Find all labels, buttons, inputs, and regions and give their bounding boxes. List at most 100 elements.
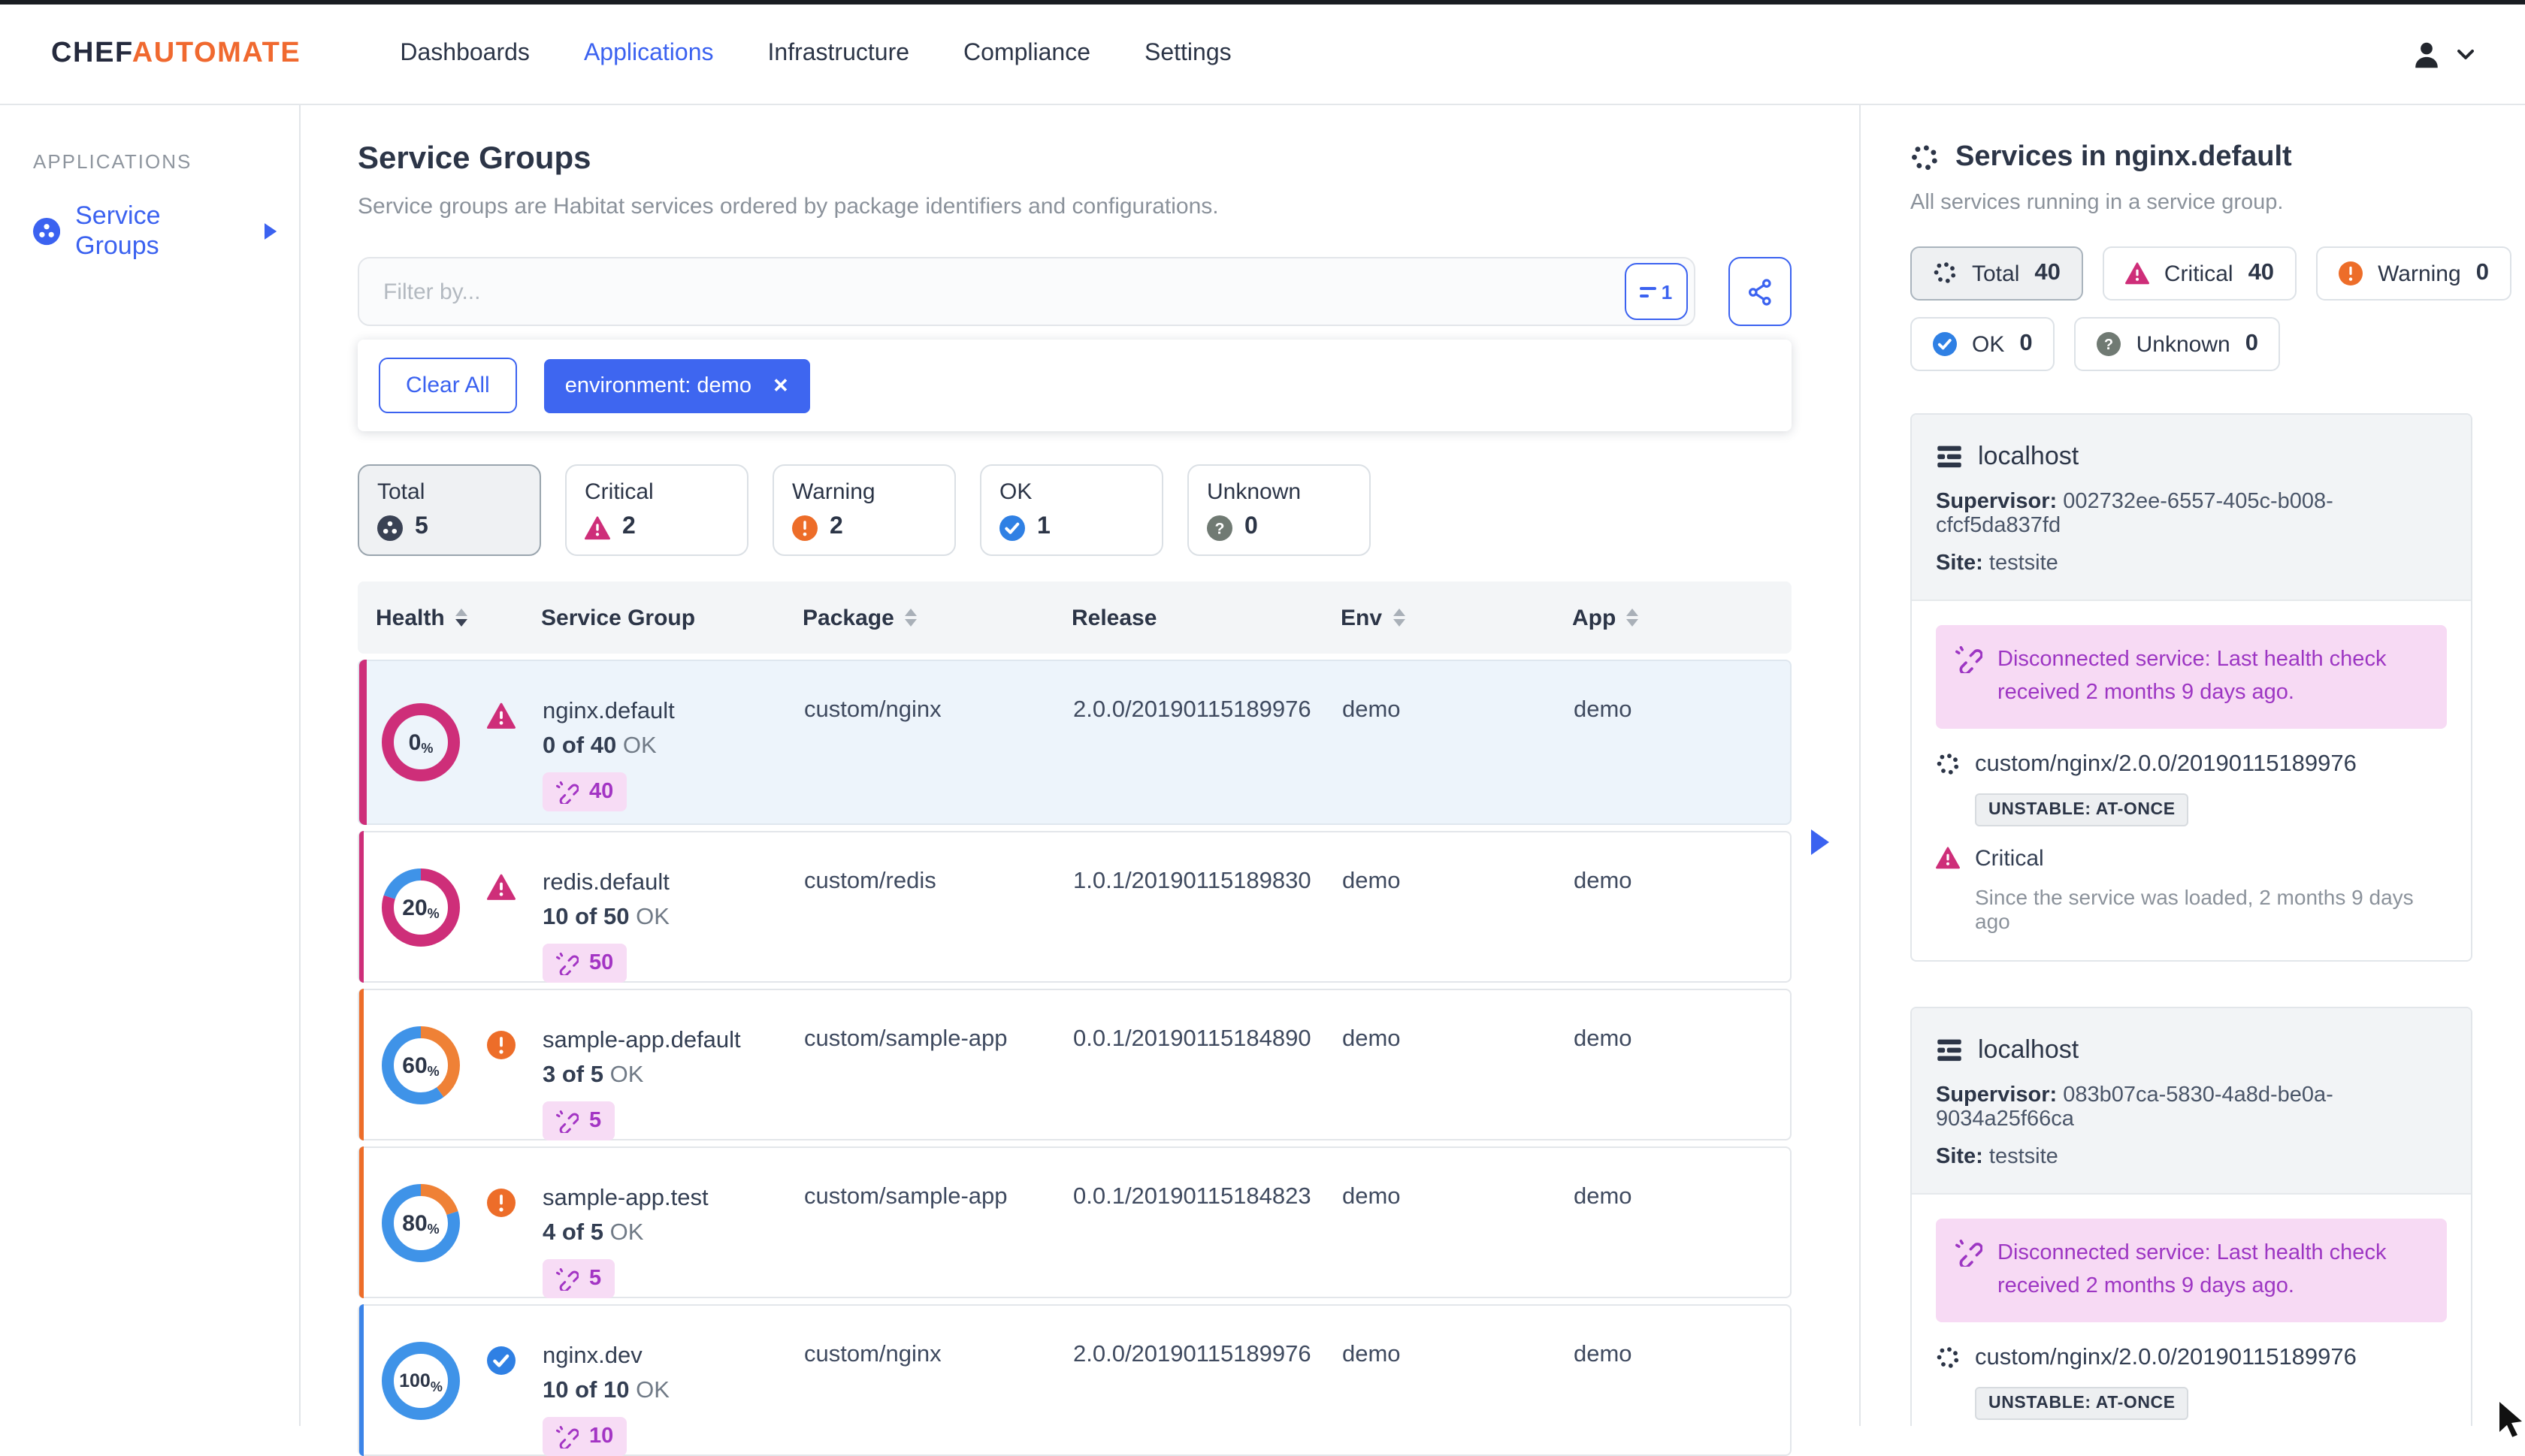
service-group-row[interactable]: 20% redis.default 10 of 50 OK 50 custom/re…: [358, 831, 1792, 983]
status-card-count-row: 2: [792, 514, 936, 541]
health-donut: 0%: [380, 702, 461, 783]
health-donut: 80%: [380, 1183, 461, 1264]
share-button[interactable]: [1728, 257, 1792, 326]
panel-badge-critical[interactable]: Critical 40: [2102, 246, 2297, 301]
status-card-total[interactable]: Total 5: [358, 464, 541, 556]
status-card-critical[interactable]: Critical 2: [565, 464, 748, 556]
warning-icon: [487, 1189, 516, 1217]
service-card-body: Disconnected service: Last health check …: [1912, 601, 2471, 960]
ok-ratio: 3 of 5 OK: [543, 1062, 644, 1088]
status-card-count-row: 1: [999, 514, 1144, 541]
page-title: Service Groups: [358, 141, 591, 176]
clear-all-button[interactable]: Clear All: [379, 358, 517, 413]
nav-item-settings[interactable]: Settings: [1145, 41, 1232, 68]
svg-text:?: ?: [2105, 337, 2114, 353]
sidebar-item-service-groups[interactable]: Service Groups: [33, 201, 277, 261]
health-percent-label: 60%: [402, 1053, 440, 1078]
logo-chef: CHEF: [51, 38, 132, 69]
row-health-cell: 100%: [359, 1306, 543, 1456]
critical-icon: [585, 515, 610, 539]
ok-ratio: 4 of 5 OK: [543, 1220, 644, 1246]
column-header-health[interactable]: Health: [358, 605, 541, 630]
nav-item-compliance[interactable]: Compliance: [963, 41, 1090, 68]
sidebar: APPLICATIONS Service Groups: [0, 105, 301, 1426]
sort-arrows-icon: [1393, 609, 1405, 627]
health-donut: 100%: [380, 1340, 461, 1421]
column-header-package[interactable]: Package: [803, 605, 1072, 630]
row-release-cell: 0.0.1/20190115184823: [1073, 1184, 1311, 1210]
status-card-ok[interactable]: OK 1: [980, 464, 1163, 556]
status-card-count: 1: [1037, 514, 1051, 539]
disconnected-count-badge[interactable]: 5: [543, 1259, 615, 1298]
column-header-release: Release: [1072, 605, 1341, 630]
disconnected-count-badge[interactable]: 40: [543, 772, 627, 811]
health-donut: 60%: [380, 1025, 461, 1106]
health-percent-label: 20%: [402, 895, 440, 920]
critical-icon: [487, 874, 516, 900]
column-header-label: Env: [1341, 605, 1383, 630]
mouse-cursor: [2499, 1402, 2522, 1437]
nav-item-dashboards[interactable]: Dashboards: [400, 41, 530, 68]
disconnected-alert-text: Disconnected service: Last health check …: [1997, 648, 2387, 705]
status-card-unknown[interactable]: Unknown? 0: [1187, 464, 1371, 556]
panel-badge-count: 40: [2034, 260, 2061, 285]
critical-icon: [2124, 262, 2149, 285]
disconnected-link-icon: [1955, 646, 1982, 673]
service-cards-list: localhost Supervisor: 002732ee-6557-405c…: [1910, 413, 2472, 1426]
panel-badge-warning[interactable]: Warning 0: [2316, 246, 2511, 301]
filter-bar: 1: [358, 257, 1792, 326]
status-card-count: 2: [830, 514, 843, 539]
panel-badge-total[interactable]: Total 40: [1910, 246, 2083, 301]
disconnected-link-icon: [1955, 1239, 1982, 1267]
total-cluster-icon: [377, 515, 403, 540]
column-header-app[interactable]: App: [1572, 605, 1792, 630]
ok-icon: [487, 1346, 516, 1375]
status-filter-cards: Total 5 Critical 2 Warning 2 OK 1 Unknown? 0: [358, 464, 1792, 556]
panel-badge-ok[interactable]: OK 0: [1910, 317, 2055, 371]
disconnected-count-badge[interactable]: 10: [543, 1417, 627, 1456]
row-health-cell: 20%: [359, 832, 543, 983]
row-package-cell: custom/redis: [804, 868, 936, 894]
site-name: testsite: [1988, 551, 2058, 575]
disconnected-link-icon: [556, 1425, 579, 1448]
service-group-row[interactable]: 100% nginx.dev 10 of 10 OK 10 custom/nginx…: [358, 1304, 1792, 1456]
panel-badge-label: Critical: [2164, 261, 2233, 286]
filter-toggle-button[interactable]: 1: [1625, 263, 1688, 320]
nav-item-infrastructure[interactable]: Infrastructure: [768, 41, 910, 68]
disconnected-alert-text: Disconnected service: Last health check …: [1997, 1240, 2387, 1299]
user-menu[interactable]: [2409, 37, 2474, 71]
row-env-cell: demo: [1342, 1026, 1401, 1052]
filter-chip[interactable]: environment: demo ✕: [543, 358, 810, 412]
nav-item-applications[interactable]: Applications: [584, 41, 714, 68]
close-icon[interactable]: ✕: [773, 373, 789, 397]
panel-badge-unknown[interactable]: ? Unknown 0: [2074, 317, 2281, 371]
status-card-warning[interactable]: Warning 2: [773, 464, 956, 556]
site-row: Site: testsite: [1936, 1144, 2058, 1169]
column-header-env[interactable]: Env: [1341, 605, 1572, 630]
sort-arrows-icon: [904, 609, 917, 627]
row-status-accent: [359, 1146, 364, 1298]
panel-badge-label: Total: [1972, 261, 2020, 286]
panel-badge-label: Unknown: [2136, 331, 2230, 357]
filter-input[interactable]: [380, 277, 1625, 306]
panel-badge-row: OK 0? Unknown 0: [1910, 317, 2472, 371]
warning-icon: [2339, 261, 2363, 285]
status-card-label: Total: [377, 479, 425, 505]
service-package-row: custom/nginx/2.0.0/20190115189976: [1936, 751, 2447, 778]
row-app-cell: demo: [1574, 1342, 1632, 1367]
update-strategy-badge: UNSTABLE: AT-ONCE: [1975, 1386, 2189, 1420]
warning-icon: [487, 1031, 516, 1059]
service-package-row: custom/nginx/2.0.0/20190115189976: [1936, 1345, 2447, 1372]
service-group-name: nginx.default: [543, 699, 675, 724]
row-status-icon: [487, 702, 516, 738]
panel-badge-label: Warning: [2378, 261, 2461, 286]
disconnected-count-badge[interactable]: 50: [543, 944, 627, 983]
service-group-row[interactable]: 60% sample-app.default 3 of 5 OK 5 custom/…: [358, 989, 1792, 1140]
service-group-row[interactable]: 0% nginx.default 0 of 40 OK 40 custom/ngin…: [358, 660, 1792, 825]
chef-automate-logo[interactable]: CHEFAUTOMATE: [51, 38, 301, 71]
svg-text:?: ?: [1215, 519, 1225, 537]
column-header-label: App: [1572, 605, 1616, 630]
panel-title-row: Services in nginx.default: [1910, 141, 2472, 174]
disconnected-count-badge[interactable]: 5: [543, 1101, 615, 1140]
service-group-row[interactable]: 80% sample-app.test 4 of 5 OK 5 custom/sam…: [358, 1146, 1792, 1298]
